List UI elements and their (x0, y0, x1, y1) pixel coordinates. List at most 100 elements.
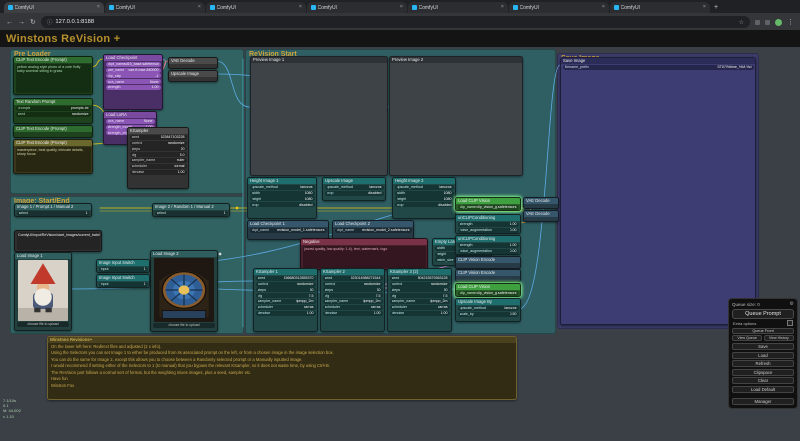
load-button[interactable]: Load (732, 351, 794, 359)
tab-close-icon[interactable]: × (400, 4, 403, 11)
refresh-button[interactable]: Refresh (732, 360, 794, 368)
widget-ckpt-name[interactable]: ckpt_name revision_model_2.safetensors (334, 227, 412, 233)
node-text[interactable]: (worst quality, low quality: 1.4), text,… (302, 246, 426, 268)
widget-strength[interactable]: strength 1.00 (457, 221, 519, 227)
node-text[interactable]: ComfyUI/input/ReVision/start_images/curr… (16, 232, 100, 250)
widget-upscale-method[interactable]: upscale_method lanczos (324, 184, 384, 190)
widget-scheduler[interactable]: scheduler karras (322, 304, 383, 310)
browser-tab[interactable]: ComfyUI × (4, 2, 104, 13)
view-history-button[interactable]: View History (763, 335, 794, 342)
widget-strength[interactable]: strength 1.00 (457, 242, 519, 248)
browser-menu-icon[interactable]: ⋮ (787, 19, 794, 26)
tab-close-icon[interactable]: × (501, 4, 504, 11)
widget-input[interactable]: Input 1 (98, 281, 148, 287)
node-height-image-1[interactable]: Height Image 1 upscale_method lanczos width… (247, 177, 317, 219)
node-preview-image-2[interactable]: Preview Image 2 (389, 56, 523, 176)
widget-seed[interactable]: seed 623014988271544 (322, 275, 383, 281)
node-load-clip-vision-1[interactable]: Load CLIP Vision clip_name clip_vision_g.s… (455, 197, 521, 211)
queue-front-button[interactable]: Queue Front (732, 327, 794, 334)
node-clip-text-encode-3[interactable]: CLIP Text Encode (Prompt) masterpiece, be… (13, 139, 93, 174)
node-unclip-conditioning-2[interactable]: unCLIPConditioning strength 1.00 noise_augm… (455, 235, 521, 255)
view-queue-button[interactable]: View Queue (732, 335, 763, 342)
clear-button[interactable]: Clear (732, 377, 794, 385)
widget-crop[interactable]: crop disabled (249, 202, 315, 208)
tab-close-icon[interactable]: × (602, 4, 605, 11)
bookmark-star-icon[interactable]: ☆ (739, 19, 744, 26)
clipspace-button[interactable]: Clipspace (732, 368, 794, 376)
node-ksampler-3[interactable]: KSampler 3 (2) seed 804215579363128 control… (387, 268, 452, 332)
new-tab-button[interactable]: + (711, 3, 721, 13)
node-text[interactable]: masterpiece, best quality, intricate det… (15, 147, 91, 172)
node-canvas[interactable]: 7.1/10s 0.1 M: 44.002 v 1.10 Queue size: 0 … (0, 47, 800, 441)
widget-upscale-method[interactable]: upscale_method lanczos (394, 184, 454, 190)
tab-close-icon[interactable]: × (97, 4, 100, 11)
browser-tab[interactable]: ComfyUI × (509, 2, 609, 13)
widget-scheduler[interactable]: scheduler normal (129, 163, 187, 169)
save-button[interactable]: Save (732, 342, 794, 350)
node-image-dir-text[interactable]: ComfyUI/input/ReVision/start_images/curr… (14, 230, 102, 252)
browser-tab[interactable]: ComfyUI × (206, 2, 306, 13)
node-preview-image-1[interactable]: Preview Image 1 (250, 56, 388, 176)
widget-cfg[interactable]: cfg 7.5 (322, 293, 383, 299)
widget-upscale-method[interactable]: upscale_method lanczos (457, 305, 519, 311)
widget-denoise[interactable]: denoise 1.00 (255, 310, 316, 316)
node-image-2-selector[interactable]: Image 2 / Random 1 / Manual 2 select 1 (152, 203, 230, 217)
load-default-button[interactable]: Load Default (732, 385, 794, 393)
widget-denoise[interactable]: denoise 1.00 (322, 310, 383, 316)
widget-noise-augmentation[interactable]: noise_augmentation 0.00 (457, 248, 519, 254)
node-upscale-image-pre[interactable]: Upscale Image (168, 70, 218, 82)
widget-strength[interactable]: strength 1.00 (105, 84, 161, 90)
widget-clip-skip[interactable]: clip_skip -1 (105, 73, 161, 79)
widget-crop[interactable]: crop disabled (324, 190, 384, 196)
widget-steps[interactable]: steps 30 (389, 287, 450, 293)
node-unclip-conditioning-1[interactable]: unCLIPConditioning strength 1.00 noise_augm… (455, 214, 521, 234)
widget-width[interactable]: width 1080 (249, 190, 315, 196)
node-image-1-selector[interactable]: Image 1 / Prompt 1 / Manual 2 select 1 (14, 203, 92, 217)
widget-cfg[interactable]: cfg 7.5 (255, 293, 316, 299)
widget-cfg[interactable]: cfg 7.5 (389, 293, 450, 299)
widget-control[interactable]: control randomize (322, 281, 383, 287)
widget-seed[interactable]: seed 156680312855370 (255, 275, 316, 281)
node-checkpoint-loader[interactable]: Load Checkpoint ckpt_name sd15_base.safete… (103, 54, 163, 110)
node-clip-vision-encode-2[interactable]: CLIP Vision Encode (455, 269, 521, 282)
widget-height[interactable]: height 1080 (394, 196, 454, 202)
back-button[interactable]: ← (6, 19, 13, 26)
widget-cfg[interactable]: cfg 8.0 (129, 152, 187, 158)
node-clip-vision-encode-1[interactable]: CLIP Vision Encode (455, 256, 521, 269)
upload-button[interactable]: choose file to upload (153, 323, 215, 328)
tab-close-icon[interactable]: × (198, 4, 201, 11)
tab-close-icon[interactable]: × (299, 4, 302, 11)
browser-tab[interactable]: ComfyUI × (408, 2, 508, 13)
widget-clip-name[interactable]: clip_name clip_vision_g.safetensors (457, 290, 519, 296)
node-load-clip-vision-2[interactable]: Load CLIP Vision clip_name clip_vision_g.s… (455, 283, 521, 297)
node-vae-decode-1[interactable]: VAE Decode (523, 197, 559, 209)
widget-scheduler[interactable]: scheduler karras (255, 304, 316, 310)
node-clip-text-encode-1[interactable]: CLIP Text Encode (Prompt) yellow analog s… (13, 56, 93, 95)
node-vae-decode-pre[interactable]: VAE Decode (168, 57, 218, 69)
widget-clip-name[interactable]: clip_name clip_vision_g.safetensors (457, 204, 519, 210)
widget-crop[interactable]: crop disabled (394, 202, 454, 208)
widget-scale-by[interactable]: scale_by 0.50 (457, 311, 519, 317)
node-height-image-2[interactable]: Height Image 2 upscale_method lanczos width… (392, 177, 456, 219)
widget-control[interactable]: control randomize (255, 281, 316, 287)
widget-seed[interactable]: seed 623847103228 (129, 134, 187, 140)
browser-tab[interactable]: ComfyUI × (610, 2, 710, 13)
extension-icon[interactable] (755, 19, 760, 25)
upload-button[interactable]: choose file to upload (17, 322, 69, 327)
address-bar[interactable]: ⓘ 127.0.0.1:8188 ☆ (40, 16, 750, 28)
widget-steps[interactable]: steps 30 (255, 287, 316, 293)
node-image-input-switch-2[interactable]: Image Input Switch Input 1 (96, 274, 150, 288)
forward-button[interactable]: → (18, 19, 25, 26)
widget-input[interactable]: Input 1 (98, 266, 148, 272)
widget-sampler-name[interactable]: sampler_name dpmpp_2m (322, 298, 383, 304)
widget-lora-name[interactable]: lora_name None (105, 118, 155, 124)
widget-lora-name[interactable]: lora_name None (105, 79, 161, 85)
extra-options-checkbox[interactable] (787, 320, 793, 327)
widget-scheduler[interactable]: scheduler karras (389, 304, 450, 310)
widget-control[interactable]: control randomize (129, 140, 187, 146)
widget-seed[interactable]: seed randomize (15, 111, 91, 117)
widget-select[interactable]: select 1 (154, 210, 228, 216)
widget-denoise[interactable]: denoise 1.00 (389, 310, 450, 316)
site-info-icon[interactable]: ⓘ (47, 18, 53, 26)
widget-width[interactable]: width 1080 (394, 190, 454, 196)
